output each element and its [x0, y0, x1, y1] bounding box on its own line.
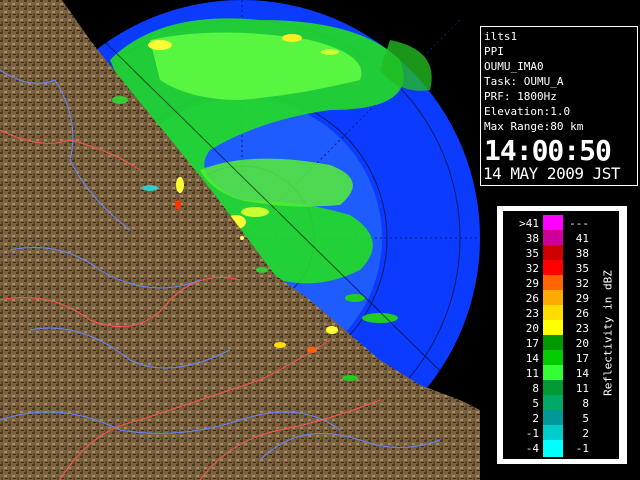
legend-lower-bound: -4	[525, 442, 539, 455]
scan-date: 14 MAY 2009 JST	[483, 164, 621, 183]
scan-info-panel: ilts1 PPI OUMU_IMA0 Task: OUMU_A PRF: 18…	[480, 26, 638, 186]
max-range-value: Max Range:80 km	[484, 120, 584, 133]
elevation-value: Elevation:1.0	[484, 105, 571, 118]
prf-value: PRF: 1800Hz	[484, 90, 557, 103]
legend-unit-label: Reflectivity in dBZ	[601, 270, 615, 396]
legend-upper-bound: -1	[575, 442, 589, 455]
task-name: Task: OUMU_A	[484, 75, 564, 88]
radar-map[interactable]	[0, 0, 480, 480]
radar-name: ilts1	[484, 30, 518, 43]
radar-site-marker[interactable]	[240, 236, 244, 240]
scan-time: 14:00:50	[484, 134, 612, 167]
scan-mode: PPI	[484, 45, 504, 58]
legend-swatch	[543, 440, 563, 457]
product-name: OUMU_IMA0	[484, 60, 544, 73]
